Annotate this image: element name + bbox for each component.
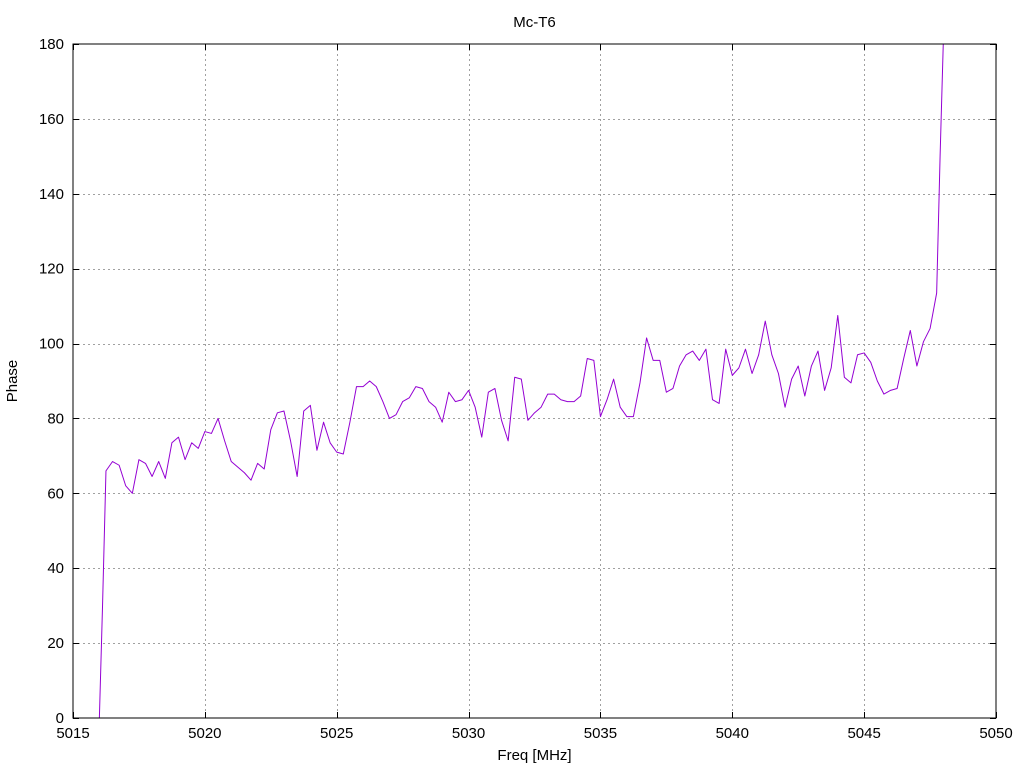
y-tick-label: 100 — [39, 336, 64, 353]
x-tick-label: 5030 — [452, 725, 485, 742]
phase-series-line — [98, 43, 944, 719]
y-axis-label: Phase — [4, 360, 21, 403]
x-tick-label: 5025 — [320, 725, 353, 742]
x-tick-label: 5015 — [56, 725, 89, 742]
y-tick-label: 40 — [47, 560, 64, 577]
y-tick-label: 0 — [56, 710, 64, 727]
y-tick-label: 80 — [47, 410, 64, 427]
y-tick-label: 140 — [39, 186, 64, 203]
x-tick-label: 5045 — [847, 725, 880, 742]
x-tick-label: 5050 — [979, 725, 1012, 742]
x-tick-label: 5020 — [188, 725, 221, 742]
x-tick-label: 5040 — [716, 725, 749, 742]
phase-line-chart: 5015 5020 5025 5030 5035 5040 5045 5050 0 20 40 60 8… — [4, 14, 1013, 764]
y-tick-label: 60 — [47, 485, 64, 502]
series-layer — [98, 43, 944, 719]
y-tick-label: 180 — [39, 36, 64, 53]
x-tick-label: 5035 — [584, 725, 617, 742]
plot-frame — [72, 43, 997, 719]
y-tick-label: 20 — [47, 635, 64, 652]
grid-lines — [73, 44, 996, 718]
chart-title: Mc-T6 — [513, 14, 556, 31]
x-axis-label: Freq [MHz] — [497, 747, 571, 764]
tick-marks — [73, 44, 997, 719]
tick-labels: 5015 5020 5025 5030 5035 5040 5045 5050 0 20 40 60 8… — [39, 36, 1013, 742]
y-tick-label: 120 — [39, 261, 64, 278]
y-tick-label: 160 — [39, 111, 64, 128]
